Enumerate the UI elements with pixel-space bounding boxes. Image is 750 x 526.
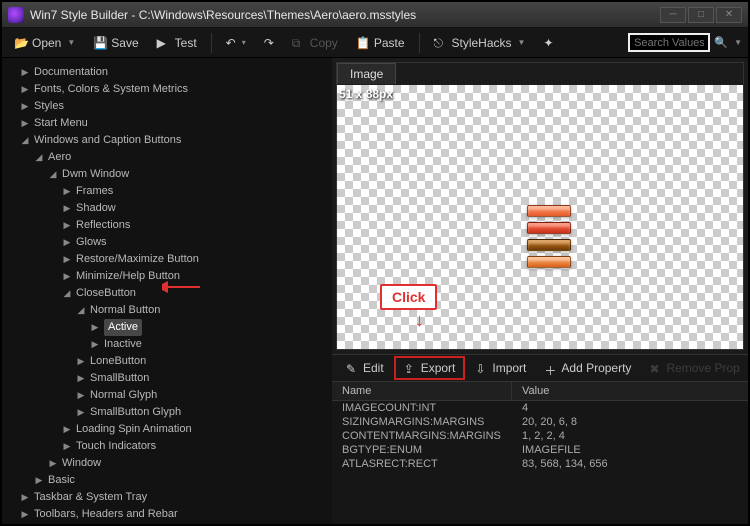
- redo-button[interactable]: ↷: [258, 33, 280, 53]
- tree-active[interactable]: ▶Active: [6, 319, 328, 336]
- minus-icon: ✖: [649, 362, 662, 375]
- open-button[interactable]: 📂Open▼: [8, 33, 81, 53]
- property-name: BGTYPE:ENUM: [342, 444, 522, 456]
- annotation-tree-arrow-icon: [162, 281, 202, 296]
- tree-reflections[interactable]: ▶Reflections: [6, 217, 328, 234]
- stylehacks-button[interactable]: ⎋StyleHacks▼: [428, 33, 532, 53]
- folder-icon: 📂: [14, 36, 28, 50]
- property-name: IMAGECOUNT:INT: [342, 402, 522, 414]
- magic-button[interactable]: ✦: [537, 33, 563, 53]
- paste-icon: 📋: [356, 36, 370, 50]
- property-name: ATLASRECT:RECT: [342, 458, 522, 470]
- add-property-button[interactable]: ＋Add Property: [536, 358, 639, 378]
- property-row[interactable]: CONTENTMARGINS:MARGINS1, 2, 2, 4: [332, 429, 748, 443]
- wand-icon: ⎋: [434, 36, 448, 50]
- tree-start-menu[interactable]: ▶Start Menu: [6, 115, 328, 132]
- search-dropdown[interactable]: ▼: [734, 38, 742, 47]
- disk-icon: 💾: [93, 36, 107, 50]
- col-name[interactable]: Name: [332, 382, 512, 400]
- property-row[interactable]: SIZINGMARGINS:MARGINS20, 20, 6, 8: [332, 415, 748, 429]
- tree-dwm-window[interactable]: ◢Dwm Window: [6, 166, 328, 183]
- tree-styles[interactable]: ▶Styles: [6, 98, 328, 115]
- image-dimensions: 51 x 88px: [339, 87, 393, 101]
- tree-windows-caption[interactable]: ◢Windows and Caption Buttons: [6, 132, 328, 149]
- action-tabs: ✎Edit ⇪Export ⇩Import ＋Add Property ✖Rem…: [332, 355, 748, 381]
- export-icon: ⇪: [404, 362, 417, 375]
- tree-restore-max[interactable]: ▶Restore/Maximize Button: [6, 251, 328, 268]
- tree-window[interactable]: ▶Window: [6, 455, 328, 472]
- annotation-callout: Click: [380, 284, 437, 310]
- copy-icon: ⧉: [292, 36, 306, 50]
- tree-touch-ind[interactable]: ▶Touch Indicators: [6, 438, 328, 455]
- property-value: IMAGEFILE: [522, 444, 581, 456]
- titlebar: Win7 Style Builder - C:\Windows\Resource…: [2, 2, 748, 28]
- preview-image: [527, 205, 571, 273]
- property-value: 4: [522, 402, 528, 414]
- edit-button[interactable]: ✎Edit: [338, 358, 392, 378]
- tree-normal-button[interactable]: ◢Normal Button: [6, 302, 328, 319]
- search-input[interactable]: [628, 33, 710, 52]
- export-button[interactable]: ⇪Export: [394, 356, 466, 380]
- save-button[interactable]: 💾Save: [87, 33, 144, 53]
- maximize-button[interactable]: □: [688, 7, 714, 23]
- col-value[interactable]: Value: [512, 382, 559, 400]
- property-header: Name Value: [332, 381, 748, 401]
- search-icon[interactable]: 🔍: [714, 36, 728, 50]
- tree-basic[interactable]: ▶Basic: [6, 472, 328, 489]
- plus-icon: ＋: [544, 362, 557, 375]
- tree-normal-glyph[interactable]: ▶Normal Glyph: [6, 387, 328, 404]
- tree-inactive[interactable]: ▶Inactive: [6, 336, 328, 353]
- test-button[interactable]: ▶Test: [151, 33, 203, 53]
- tree-aero[interactable]: ◢Aero: [6, 149, 328, 166]
- remove-property-button[interactable]: ✖Remove Prop: [641, 358, 747, 378]
- import-icon: ⇩: [475, 362, 488, 375]
- tree-frames[interactable]: ▶Frames: [6, 183, 328, 200]
- copy-button[interactable]: ⧉Copy: [286, 33, 344, 53]
- annotation-arrow-icon: ↓: [415, 310, 424, 331]
- tree-loading-spin[interactable]: ▶Loading Spin Animation: [6, 421, 328, 438]
- tree-taskbar[interactable]: ▶Taskbar & System Tray: [6, 489, 328, 506]
- property-name: SIZINGMARGINS:MARGINS: [342, 416, 522, 428]
- tree-lonebutton[interactable]: ▶LoneButton: [6, 353, 328, 370]
- property-row[interactable]: BGTYPE:ENUMIMAGEFILE: [332, 443, 748, 457]
- property-value: 1, 2, 2, 4: [522, 430, 565, 442]
- tree-address[interactable]: ▶Address, Breadcrumb & Search: [6, 523, 328, 524]
- property-value: 20, 20, 6, 8: [522, 416, 577, 428]
- close-button[interactable]: ✕: [716, 7, 742, 23]
- app-icon: [8, 7, 24, 23]
- paste-button[interactable]: 📋Paste: [350, 33, 411, 53]
- play-icon: ▶: [157, 36, 171, 50]
- property-list[interactable]: IMAGECOUNT:INT4SIZINGMARGINS:MARGINS20, …: [332, 401, 748, 524]
- minimize-button[interactable]: ─: [660, 7, 686, 23]
- tree-fonts-colors[interactable]: ▶Fonts, Colors & System Metrics: [6, 81, 328, 98]
- tree-toolbars[interactable]: ▶Toolbars, Headers and Rebar: [6, 506, 328, 523]
- property-row[interactable]: IMAGECOUNT:INT4: [332, 401, 748, 415]
- pencil-icon: ✎: [346, 362, 359, 375]
- tree-smallbutton-glyph[interactable]: ▶SmallButton Glyph: [6, 404, 328, 421]
- property-value: 83, 568, 134, 656: [522, 458, 608, 470]
- sparkle-icon: ✦: [543, 36, 557, 50]
- image-tab[interactable]: Image: [337, 63, 396, 84]
- undo-button[interactable]: ↶▾: [220, 33, 252, 53]
- tree-smallbutton[interactable]: ▶SmallButton: [6, 370, 328, 387]
- window-title: Win7 Style Builder - C:\Windows\Resource…: [30, 8, 660, 22]
- tree-shadow[interactable]: ▶Shadow: [6, 200, 328, 217]
- property-row[interactable]: ATLASRECT:RECT83, 568, 134, 656: [332, 457, 748, 471]
- tree-documentation[interactable]: ▶Documentation: [6, 64, 328, 81]
- property-name: CONTENTMARGINS:MARGINS: [342, 430, 522, 442]
- tree-glows[interactable]: ▶Glows: [6, 234, 328, 251]
- toolbar: 📂Open▼ 💾Save ▶Test ↶▾ ↷ ⧉Copy 📋Paste ⎋St…: [2, 28, 748, 58]
- import-button[interactable]: ⇩Import: [467, 358, 534, 378]
